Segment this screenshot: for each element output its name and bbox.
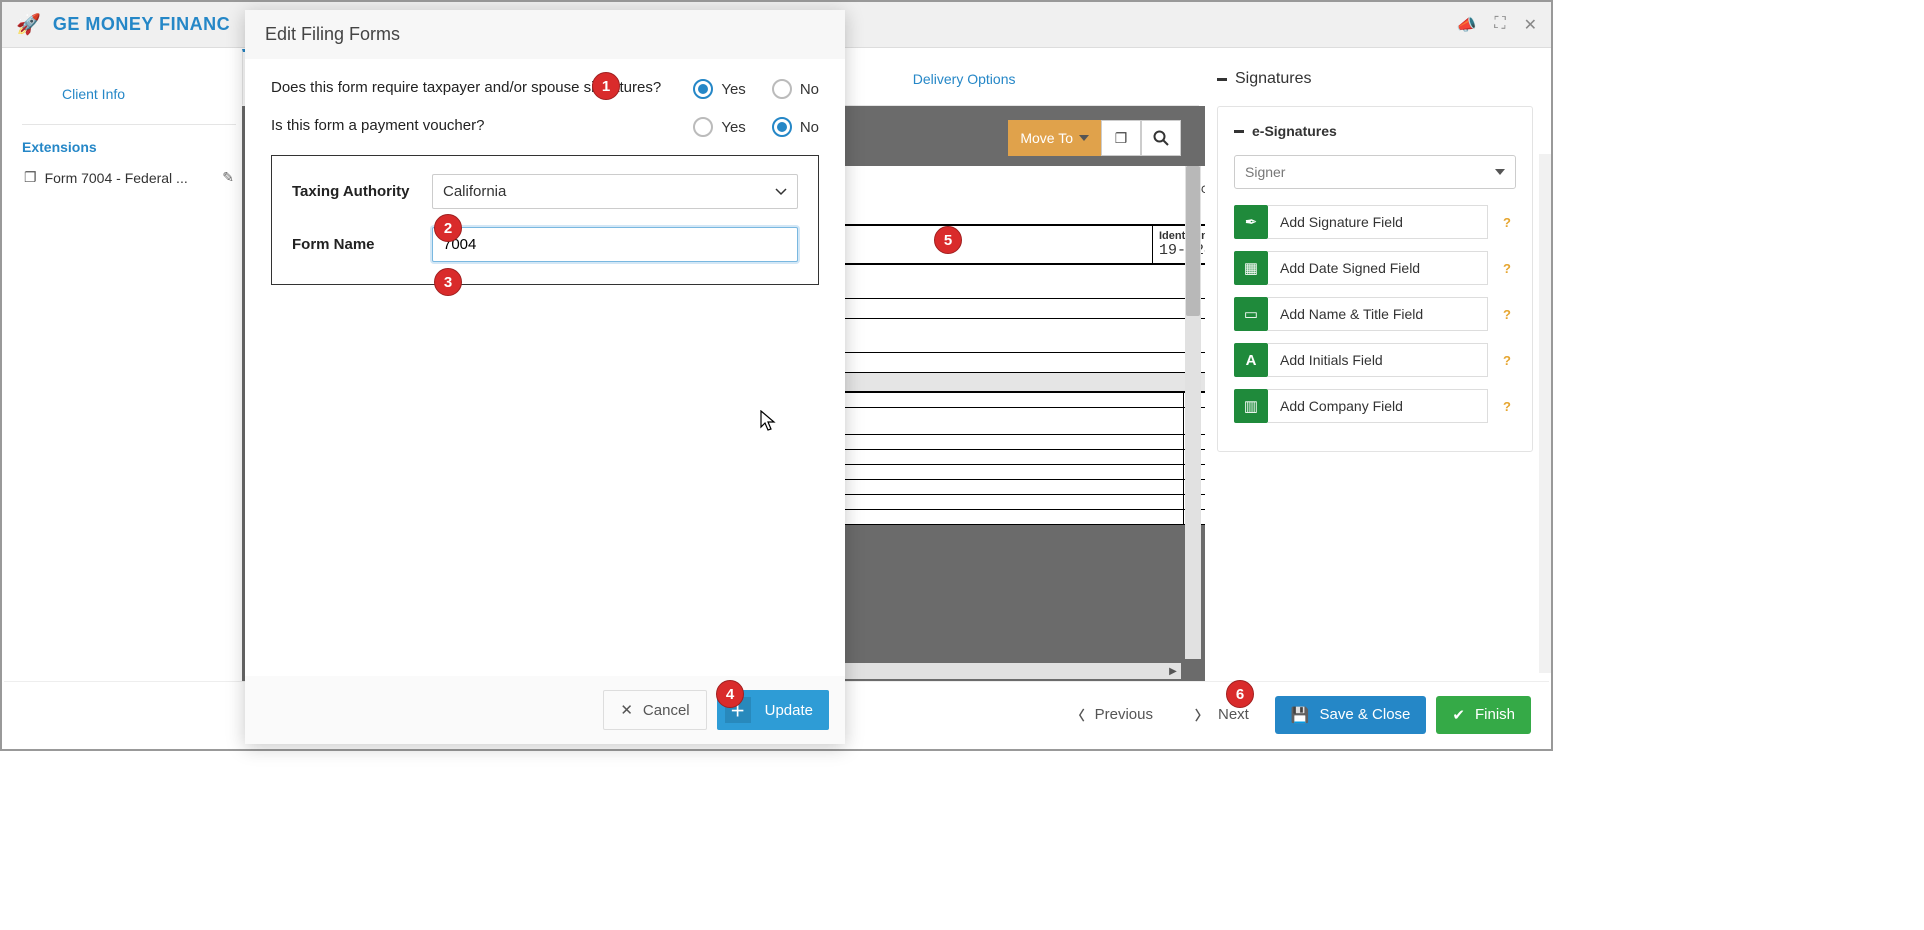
rocket-icon: 🚀 — [16, 12, 41, 37]
edit-filing-forms-modal: Edit Filing Forms Does this form require… — [245, 10, 845, 744]
taxing-authority-select[interactable]: California — [432, 174, 798, 209]
help-icon[interactable]: ? — [1498, 351, 1516, 369]
esignatures-header[interactable]: e-Signatures — [1234, 123, 1516, 139]
question-voucher: Is this form a payment voucher? — [271, 117, 693, 134]
taxing-authority-value: California — [443, 183, 506, 200]
form-details-box: Taxing Authority California Form Name — [271, 155, 819, 285]
check-icon: ✔ — [1452, 706, 1465, 724]
no-label: No — [800, 81, 819, 98]
tab-client-info[interactable]: Client Info — [22, 64, 165, 124]
previous-button[interactable]: 〈 Previous — [1056, 695, 1169, 734]
announcements-icon[interactable]: 📣 — [1456, 15, 1476, 35]
viewer-toolbar: Move To ❐ — [1008, 120, 1181, 156]
chevron-right-icon: 〉 — [1195, 705, 1208, 724]
help-icon[interactable]: ? — [1498, 397, 1516, 415]
form-name-label: Form Name — [292, 236, 432, 253]
chevron-down-icon — [775, 188, 787, 196]
sig-btn-label: Add Initials Field — [1268, 343, 1488, 377]
sig-btn-label: Add Signature Field — [1268, 205, 1488, 239]
signatures-label: Signatures — [1235, 70, 1312, 88]
cursor-icon — [760, 410, 778, 437]
collapse-icon — [1234, 130, 1244, 133]
previous-label: Previous — [1095, 706, 1153, 723]
yes-label: Yes — [721, 119, 745, 136]
taxing-authority-label: Taxing Authority — [292, 183, 432, 200]
chevron-left-icon: 〈 — [1072, 705, 1085, 724]
callout-3: 3 — [434, 268, 462, 296]
cancel-label: Cancel — [643, 702, 690, 719]
building-icon: ▥ — [1234, 389, 1268, 423]
chevron-down-icon — [1079, 135, 1089, 141]
esignatures-panel: e-Signatures Signer ✒ Add Signature Fiel… — [1217, 106, 1533, 452]
page-scrollbar[interactable] — [1539, 154, 1551, 673]
form-name-input[interactable] — [432, 227, 798, 262]
signer-placeholder: Signer — [1245, 164, 1285, 180]
search-button[interactable] — [1141, 120, 1181, 156]
letter-a-icon: A — [1234, 343, 1268, 377]
collapse-icon — [1217, 78, 1227, 81]
help-icon[interactable]: ? — [1498, 305, 1516, 323]
no-label: No — [800, 119, 819, 136]
save-close-label: Save & Close — [1320, 706, 1411, 723]
chevron-down-icon — [1495, 169, 1505, 175]
callout-5: 5 — [934, 226, 962, 254]
help-icon[interactable]: ? — [1498, 213, 1516, 231]
move-to-button[interactable]: Move To — [1008, 120, 1101, 156]
add-date-signed-button[interactable]: ▦ Add Date Signed Field ? — [1234, 251, 1516, 285]
radio-q2-no[interactable] — [772, 117, 792, 137]
radio-q1-no[interactable] — [772, 79, 792, 99]
close-icon[interactable]: ✕ — [1524, 15, 1537, 35]
callout-1: 1 — [592, 72, 620, 100]
yes-label: Yes — [721, 81, 745, 98]
add-name-title-button[interactable]: ▭ Add Name & Title Field ? — [1234, 297, 1516, 331]
tab-delivery-options[interactable]: Delivery Options — [877, 50, 1052, 105]
callout-6: 6 — [1226, 680, 1254, 708]
help-icon[interactable]: ? — [1498, 259, 1516, 277]
update-label: Update — [765, 702, 813, 719]
signature-icon: ✒ — [1234, 205, 1268, 239]
calendar-icon: ▦ — [1234, 251, 1268, 285]
extension-item[interactable]: ❐ Form 7004 - Federal ... ✎ — [22, 163, 236, 192]
copy-button[interactable]: ❐ — [1101, 120, 1141, 156]
callout-4: 4 — [716, 680, 744, 708]
right-column: Signatures e-Signatures Signer ✒ Add Sig… — [1205, 48, 1551, 683]
close-icon: ✕ — [620, 701, 633, 719]
modal-title: Edit Filing Forms — [245, 10, 845, 59]
save-close-button[interactable]: 💾 Save & Close — [1275, 696, 1427, 734]
move-to-label: Move To — [1020, 130, 1073, 146]
signer-select[interactable]: Signer — [1234, 155, 1516, 189]
next-label: Next — [1218, 706, 1249, 723]
fullscreen-icon[interactable]: ⛶ — [1494, 15, 1505, 35]
topbar-actions: 📣 ⛶ ✕ — [1456, 15, 1537, 35]
sig-btn-label: Add Name & Title Field — [1268, 297, 1488, 331]
finish-label: Finish — [1475, 706, 1515, 723]
radio-q2-yes[interactable] — [693, 117, 713, 137]
page-title: GE MONEY FINANC — [53, 14, 230, 35]
search-icon — [1153, 130, 1169, 146]
radio-q1-yes[interactable] — [693, 79, 713, 99]
extensions-section-label: Extensions — [22, 125, 236, 163]
callout-2: 2 — [434, 214, 462, 242]
signatures-header[interactable]: Signatures — [1217, 64, 1533, 94]
id-card-icon: ▭ — [1234, 297, 1268, 331]
add-company-button[interactable]: ▥ Add Company Field ? — [1234, 389, 1516, 423]
esignatures-label: e-Signatures — [1252, 123, 1337, 139]
add-initials-button[interactable]: A Add Initials Field ? — [1234, 343, 1516, 377]
add-signature-field-button[interactable]: ✒ Add Signature Field ? — [1234, 205, 1516, 239]
edit-icon[interactable]: ✎ — [222, 169, 234, 186]
document-icon: ❐ — [24, 169, 37, 186]
save-icon: 💾 — [1291, 706, 1310, 724]
finish-button[interactable]: ✔ Finish — [1436, 696, 1531, 734]
extension-item-label: Form 7004 - Federal ... — [45, 170, 188, 186]
question-signatures: Does this form require taxpayer and/or s… — [271, 79, 693, 96]
left-column: Client Info Extensions ❐ Form 7004 - Fed… — [2, 48, 242, 683]
cancel-button[interactable]: ✕ Cancel — [603, 690, 706, 730]
sig-btn-label: Add Company Field — [1268, 389, 1488, 423]
sig-btn-label: Add Date Signed Field — [1268, 251, 1488, 285]
vertical-scrollbar[interactable] — [1185, 166, 1201, 659]
